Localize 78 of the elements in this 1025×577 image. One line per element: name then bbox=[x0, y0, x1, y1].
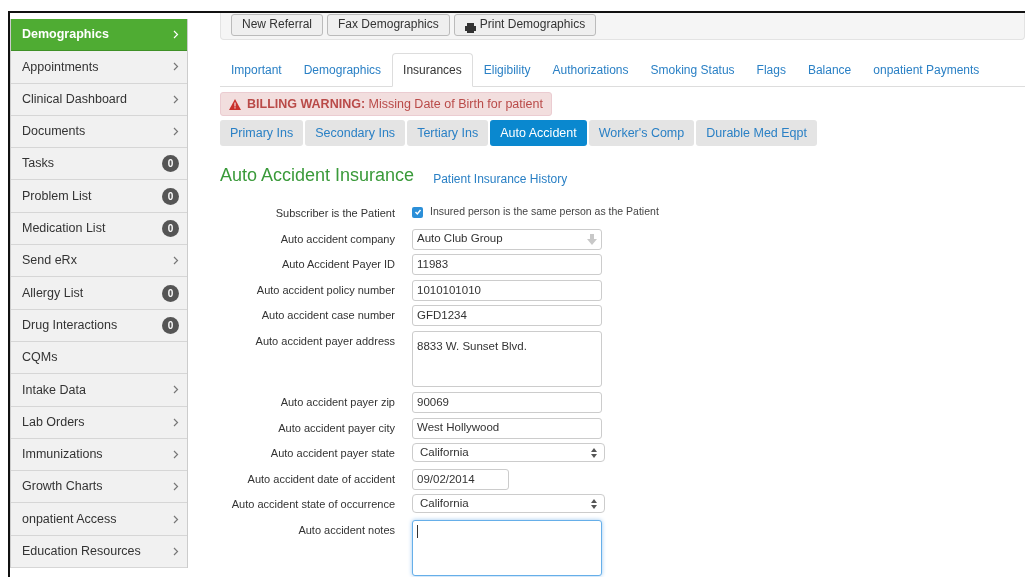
input-field[interactable]: 1010101010 bbox=[412, 279, 602, 301]
tab[interactable]: Insurances bbox=[392, 53, 473, 87]
state-select[interactable]: California bbox=[412, 443, 605, 463]
sidebar-item[interactable]: Problem List 0 bbox=[11, 180, 187, 213]
sidebar-item[interactable]: Immunizations bbox=[11, 438, 187, 472]
field-label: Auto accident payer zip bbox=[280, 395, 395, 408]
chevron-icon bbox=[173, 127, 179, 137]
chevron-icon bbox=[173, 94, 179, 104]
field-label: Auto accident company bbox=[280, 232, 395, 245]
chevron-icon bbox=[173, 385, 179, 395]
chevron-icon bbox=[173, 30, 179, 40]
notes-textarea[interactable] bbox=[412, 519, 602, 576]
tab[interactable]: onpatient Payments bbox=[862, 53, 991, 87]
toolbar-button[interactable]: Print Demographics bbox=[453, 14, 597, 36]
sidebar-item[interactable]: Lab Orders bbox=[11, 406, 187, 439]
sidebar-item[interactable]: Appointments bbox=[11, 51, 187, 84]
sidebar-item[interactable]: Drug Interactions 0 bbox=[11, 309, 187, 342]
chevron-icon bbox=[173, 546, 179, 556]
sidebar-item[interactable]: Clinical Dashboard bbox=[11, 83, 187, 116]
tab[interactable]: Balance bbox=[796, 53, 863, 87]
sidebar-item[interactable]: Documents bbox=[11, 115, 187, 149]
field-label: Auto accident policy number bbox=[256, 283, 395, 296]
address-textarea[interactable]: 8833 W. Sunset Blvd. bbox=[412, 330, 602, 387]
checkbox-label: Insured person is the same person as the Patient bbox=[430, 204, 659, 220]
count-badge: 0 bbox=[162, 155, 179, 173]
chevron-icon bbox=[173, 62, 179, 72]
chevron-icon bbox=[173, 514, 179, 524]
field-label: Auto accident state of occurrence bbox=[231, 498, 395, 511]
chevron-icon bbox=[173, 417, 179, 427]
down-arrow-icon bbox=[587, 233, 597, 245]
chevron-icon bbox=[173, 256, 179, 266]
tab[interactable]: Flags bbox=[745, 53, 797, 87]
company-select[interactable]: Auto Club Group bbox=[412, 228, 602, 250]
sidebar-item[interactable]: Medication List 0 bbox=[11, 212, 187, 246]
sidebar-item[interactable]: Allergy List 0 bbox=[11, 277, 187, 310]
checkbox[interactable] bbox=[412, 206, 423, 218]
input-field[interactable]: GFD1234 bbox=[412, 305, 602, 327]
field-label: Auto accident date of accident bbox=[247, 472, 395, 485]
sidebar-item[interactable]: Send eRx bbox=[11, 245, 187, 278]
date-field[interactable]: 09/02/2014 bbox=[412, 468, 509, 490]
field-label: Auto accident payer city bbox=[278, 421, 395, 434]
field-label: Auto accident payer address bbox=[255, 334, 395, 347]
toolbar-button[interactable]: New Referral bbox=[231, 14, 324, 36]
sidebar-item[interactable]: CQMs bbox=[11, 341, 187, 375]
updown-icon bbox=[591, 498, 597, 509]
chevron-icon bbox=[173, 482, 179, 492]
state-select[interactable]: California bbox=[412, 494, 605, 514]
sidebar-item[interactable]: onpatient Access bbox=[11, 503, 187, 536]
toolbar-button[interactable]: Fax Demographics bbox=[327, 14, 450, 36]
updown-icon bbox=[591, 447, 597, 458]
printer-icon bbox=[464, 23, 476, 33]
warning-text: BILLING WARNING: Missing Date of Birth for patient bbox=[247, 95, 543, 113]
input-field[interactable]: West Hollywood bbox=[412, 417, 602, 439]
sidebar-item[interactable]: Growth Charts bbox=[11, 471, 187, 504]
section-heading: Auto Accident Insurance bbox=[220, 164, 415, 187]
input-field[interactable]: 11983 bbox=[412, 254, 602, 276]
count-badge: 0 bbox=[162, 284, 179, 302]
input-field[interactable]: 90069 bbox=[412, 391, 602, 413]
field-label: Subscriber is the Patient bbox=[275, 207, 395, 219]
chevron-icon bbox=[173, 450, 179, 459]
field-label: Auto Accident Payer ID bbox=[281, 258, 395, 271]
field-label: Auto accident payer state bbox=[270, 447, 395, 460]
insurance-tab[interactable]: Auto Accident bbox=[490, 120, 587, 146]
count-badge: 0 bbox=[162, 219, 179, 237]
tab[interactable]: Smoking Status bbox=[639, 53, 746, 87]
field-label: Auto accident notes bbox=[298, 523, 395, 536]
sidebar-item[interactable]: Intake Data bbox=[11, 374, 187, 407]
tab[interactable]: Authorizations bbox=[541, 53, 640, 87]
warning-icon bbox=[229, 98, 241, 110]
count-badge: 0 bbox=[162, 316, 179, 334]
sidebar-item[interactable]: Tasks 0 bbox=[11, 148, 187, 181]
tab[interactable]: Demographics bbox=[292, 53, 393, 87]
insurance-history-link[interactable]: Patient Insurance History bbox=[433, 170, 568, 189]
tab[interactable]: Important bbox=[220, 53, 293, 87]
tab[interactable]: Eligibility bbox=[472, 53, 542, 87]
sidebar-item[interactable]: Education Resources bbox=[11, 535, 187, 569]
count-badge: 0 bbox=[162, 187, 179, 205]
field-label: Auto accident case number bbox=[261, 309, 395, 322]
